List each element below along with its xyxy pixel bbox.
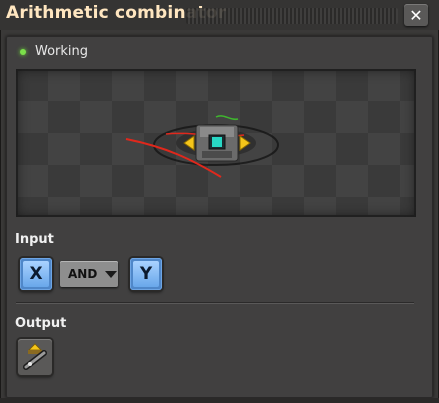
section-divider: [16, 302, 414, 303]
right-signal-button[interactable]: Y: [130, 258, 162, 290]
status-row: Working: [20, 44, 88, 59]
status-indicator-icon: [20, 48, 26, 55]
input-label: Input: [15, 232, 54, 247]
close-button[interactable]: ✕: [404, 4, 428, 26]
output-label: Output: [15, 316, 67, 331]
status-text: Working: [35, 44, 89, 59]
arithmetic-combinator-item-icon: [23, 343, 47, 370]
left-signal-button[interactable]: X: [20, 258, 52, 290]
combinator-window: Arithmetic combinator ✕ Working Input X …: [0, 0, 439, 403]
drag-handle[interactable]: [186, 8, 398, 24]
content-panel: Working Input X AND Y Output: [6, 36, 433, 398]
left-signal-value: X: [29, 264, 43, 284]
entity-preview: [16, 69, 416, 217]
close-icon: ✕: [409, 5, 423, 25]
operator-dropdown[interactable]: AND: [60, 261, 118, 287]
operator-value: AND: [68, 267, 98, 281]
titlebar[interactable]: Arithmetic combinator ✕: [0, 0, 439, 30]
window-bottom-edge: [0, 398, 439, 403]
output-signal-button[interactable]: [18, 339, 52, 375]
right-signal-value: Y: [139, 264, 153, 284]
arithmetic-combinator-entity-icon: [125, 115, 279, 178]
chevron-down-icon: [105, 270, 118, 278]
